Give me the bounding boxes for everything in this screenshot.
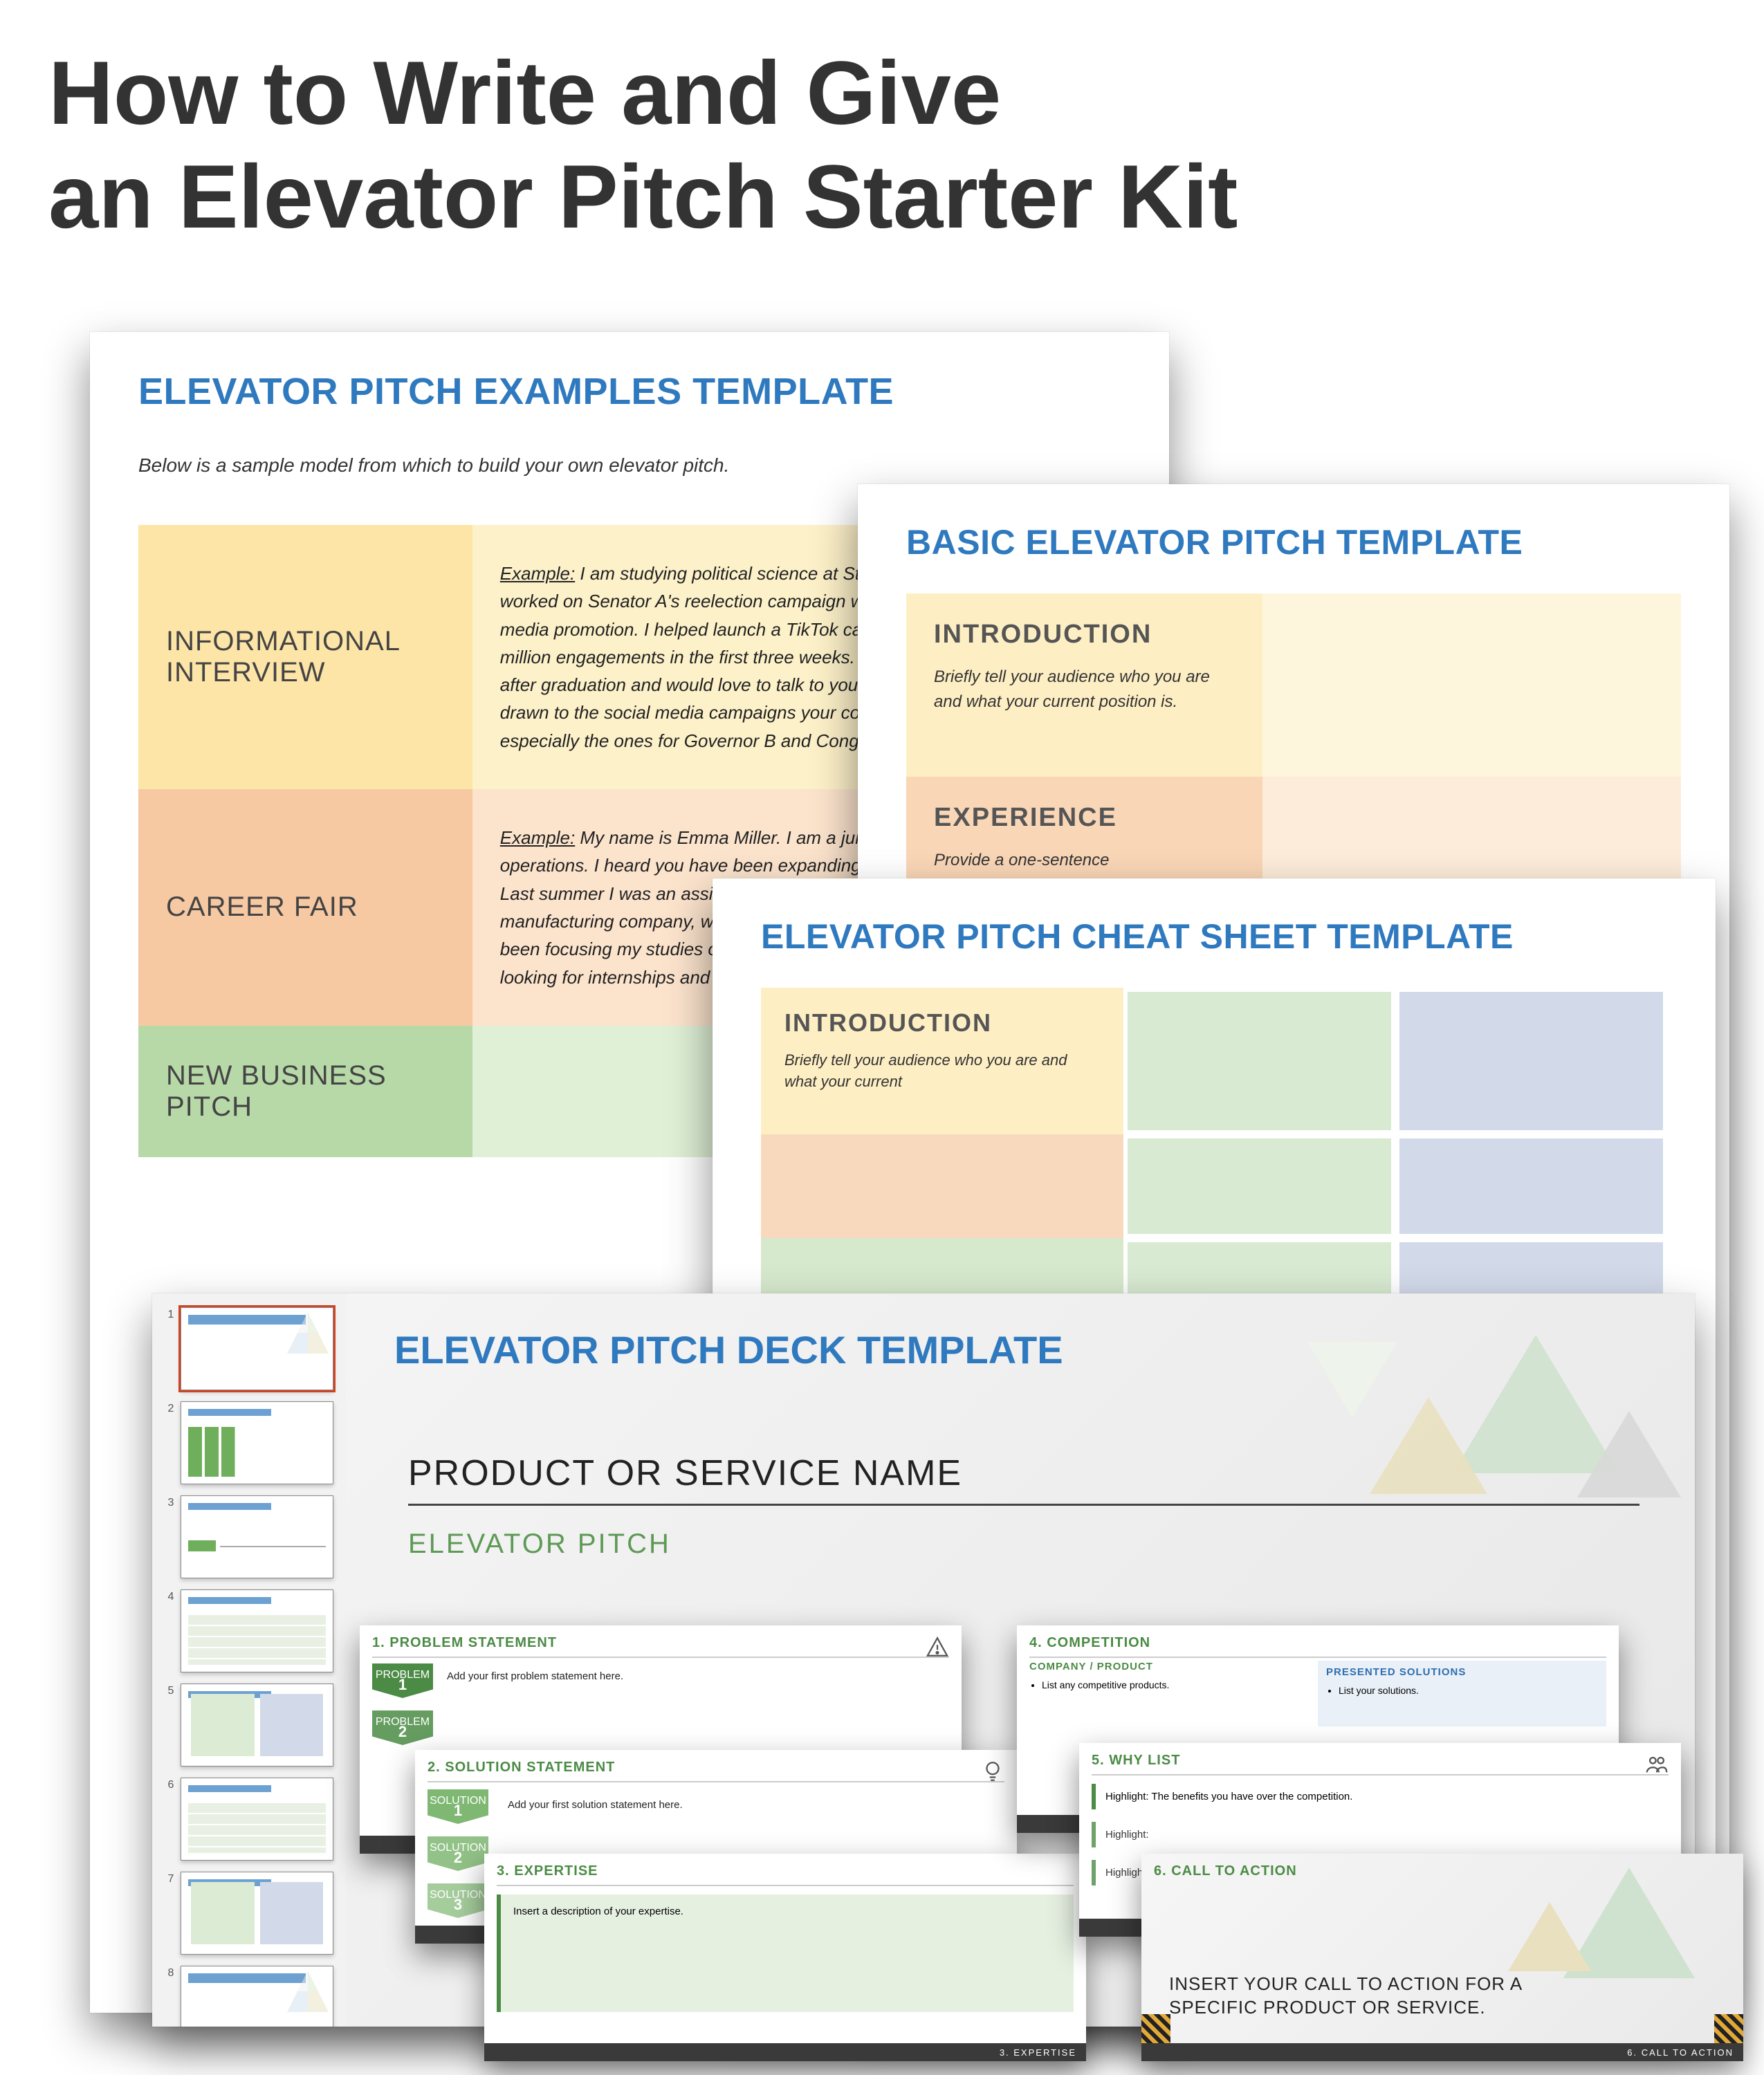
mini-title: 3. EXPERTISE [484,1854,1086,1885]
basic-section-intro: INTRODUCTION Briefly tell your audience … [906,593,1681,777]
lightbulb-icon [981,1760,1004,1783]
deck-subtitle: ELEVATOR PITCH [408,1529,671,1560]
cheat-intro-label: INTRODUCTION Briefly tell your audience … [761,988,1123,1134]
thumb-num: 1 [165,1307,174,1321]
examples-subtext: Below is a sample model from which to bu… [138,454,1121,477]
competition-col-b: PRESENTED SOLUTIONS List your solutions. [1318,1661,1606,1726]
thumb-row[interactable]: 5 [165,1684,333,1767]
chip-problem: PROBLEM1 [372,1663,433,1698]
slide-thumbnail[interactable] [181,1872,333,1955]
competition-col-a: COMPANY / PRODUCT List any competitive p… [1029,1661,1301,1726]
thumb-row[interactable]: 6 [165,1778,333,1861]
thumb-num: 8 [165,1966,174,1980]
mini-title: 4. COMPETITION [1017,1625,1619,1657]
cheat-cell [1395,988,1667,1134]
mini-footer: 6. CALL TO ACTION [1141,2043,1743,2061]
mini-title: 5. WHY LIST [1079,1743,1681,1774]
thumb-num: 3 [165,1495,174,1509]
thumb-row[interactable]: 1 [165,1307,333,1390]
deck-heading: ELEVATOR PITCH DECK TEMPLATE [394,1328,1063,1372]
triangle-icon [1307,1342,1397,1418]
highlight-line: Highlight: [1092,1822,1669,1847]
mini-title: 1. PROBLEM STATEMENT [360,1625,962,1657]
section-desc: Briefly tell your audience who you are a… [784,1050,1100,1093]
section-desc: Briefly tell your audience who you are a… [934,665,1235,714]
examples-row-label: CAREER FAIR [138,789,472,1026]
section-title: INTRODUCTION [784,1008,1100,1038]
thumb-num: 5 [165,1684,174,1697]
cheat-heading: ELEVATOR PITCH CHEAT SHEET TEMPLATE [761,916,1667,957]
mini-body: Add your first problem statement here. [447,1663,949,1745]
mini-slide-cta: 6. CALL TO ACTION INSERT YOUR CALL TO AC… [1141,1854,1743,2061]
cheat-cell [761,1134,1123,1238]
deck-product-line: PRODUCT OR SERVICE NAME [408,1452,1639,1506]
col-heading: PRESENTED SOLUTIONS [1326,1666,1598,1678]
thumb-num: 2 [165,1401,174,1415]
thumb-num: 4 [165,1589,174,1603]
chip-solution: SOLUTION2 [428,1836,488,1871]
cheat-cell [1395,1134,1667,1238]
hazard-corner-icon [1714,2014,1743,2043]
slide-thumbnail-rail: 1 2 3 4 5 6 7 8 [152,1293,346,2027]
examples-heading: ELEVATOR PITCH EXAMPLES TEMPLATE [138,370,1121,413]
examples-row-label: INFORMATIONAL INTERVIEW [138,525,472,789]
slide-thumbnail[interactable] [181,1684,333,1767]
list-item: List any competitive products. [1042,1679,1301,1690]
thumb-num: 6 [165,1778,174,1791]
cards-stage: ELEVATOR PITCH EXAMPLES TEMPLATE Below i… [0,290,1764,2075]
basic-heading: BASIC ELEVATOR PITCH TEMPLATE [906,522,1681,562]
triangle-icon [1508,1902,1591,1971]
slide-thumbnail[interactable] [181,1307,333,1390]
slide-thumbnail[interactable] [181,1401,333,1484]
thumb-row[interactable]: 8 [165,1966,333,2027]
chip-problem: PROBLEM2 [372,1710,433,1745]
mini-title: 2. SOLUTION STATEMENT [415,1750,1017,1781]
page-title: How to Write and Givean Elevator Pitch S… [48,42,1716,248]
section-title: INTRODUCTION [934,620,1235,649]
thumb-row[interactable]: 3 [165,1495,333,1578]
examples-row-label: NEW BUSINESS PITCH [138,1026,472,1157]
slide-thumbnail[interactable] [181,1778,333,1861]
mini-footer: 3. EXPERTISE [484,2043,1086,2061]
col-heading: COMPANY / PRODUCT [1029,1661,1301,1672]
thumb-row[interactable]: 2 [165,1401,333,1484]
list-item: List your solutions. [1339,1685,1598,1696]
cheat-cell [1123,1134,1395,1238]
slide-thumbnail[interactable] [181,1495,333,1578]
section-desc: Provide a one-sentence [934,848,1235,873]
thumb-row[interactable]: 4 [165,1589,333,1672]
hazard-corner-icon [1141,2014,1170,2043]
cheat-cell [1123,988,1395,1134]
people-icon [1645,1753,1669,1776]
section-fill [1262,593,1681,777]
cta-message: INSERT YOUR CALL TO ACTION FOR A SPECIFI… [1169,1973,1522,2020]
mini-body: Insert a description of your expertise. [497,1894,1074,2012]
warning-icon [926,1635,949,1659]
slide-thumbnail[interactable] [181,1966,333,2027]
section-title: EXPERIENCE [934,803,1235,833]
highlight-line: Highlight: The benefits you have over th… [1092,1784,1669,1809]
chip-solution: SOLUTION3 [428,1883,488,1918]
thumb-row[interactable]: 7 [165,1872,333,1955]
thumb-num: 7 [165,1872,174,1885]
mini-slide-expertise: 3. EXPERTISE Insert a description of you… [484,1854,1086,2061]
chip-solution: SOLUTION1 [428,1789,488,1824]
slide-thumbnail[interactable] [181,1589,333,1672]
